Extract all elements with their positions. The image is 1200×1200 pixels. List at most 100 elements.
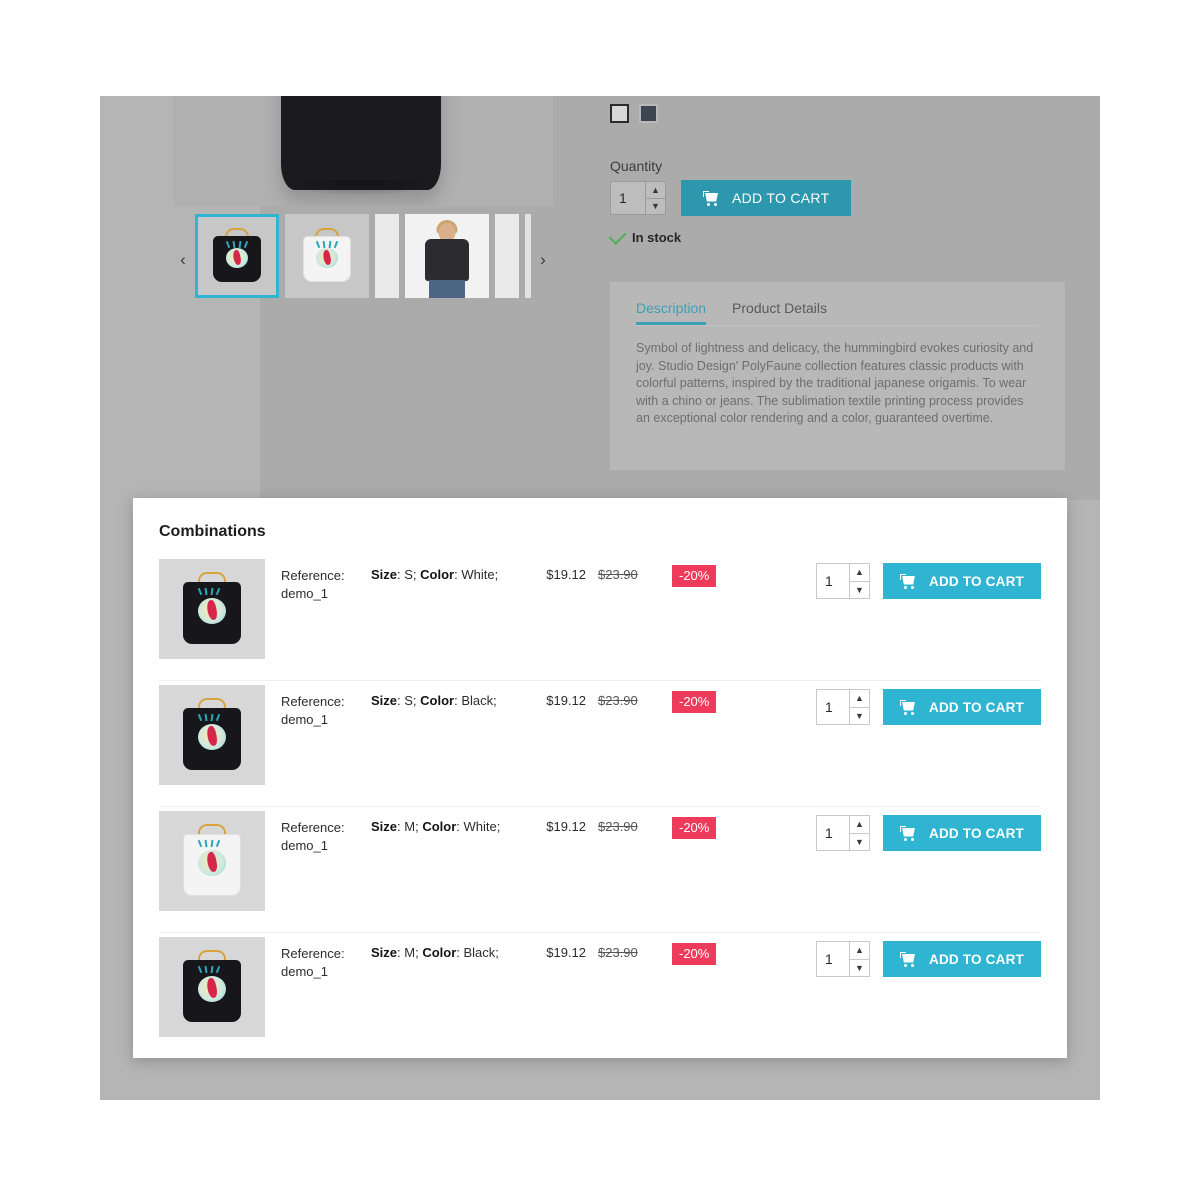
add-to-cart-label: ADD TO CART: [732, 190, 830, 206]
thumbnail-spacer-c[interactable]: [525, 214, 531, 298]
gallery-prev-icon[interactable]: ‹: [176, 250, 190, 270]
row-add-to-cart-button[interactable]: ADD TO CART: [883, 815, 1041, 851]
reference-label: Reference:: [281, 568, 345, 583]
color-label: Color: [422, 819, 457, 834]
main-product-image[interactable]: [173, 96, 553, 206]
product-tabs-panel: Description Product Details Symbol of li…: [610, 282, 1065, 470]
table-row: Reference: demo_1 Size: S; Color: White; $1…: [159, 555, 1041, 681]
purchase-controls: 1 ▲ ▼ ADD TO CART: [610, 180, 852, 216]
quantity-stepper[interactable]: 1 ▲ ▼: [610, 181, 666, 215]
row-quantity-up-icon[interactable]: ▲: [850, 690, 869, 708]
cart-icon: [900, 825, 917, 841]
row-add-to-cart-label: ADD TO CART: [929, 825, 1024, 841]
row-add-to-cart-button[interactable]: ADD TO CART: [883, 941, 1041, 977]
row-product-thumb[interactable]: [159, 937, 265, 1037]
row-quantity-down-icon[interactable]: ▼: [850, 834, 869, 851]
row-old-price: $23.90: [598, 945, 638, 960]
row-reference: Reference: demo_1: [281, 693, 371, 729]
thumbnail-white-tshirt[interactable]: [285, 214, 369, 298]
row-quantity-down-icon[interactable]: ▼: [850, 582, 869, 599]
row-quantity-value[interactable]: 1: [817, 690, 849, 724]
row-add-to-cart-label: ADD TO CART: [929, 699, 1024, 715]
row-add-to-cart-button[interactable]: ADD TO CART: [883, 563, 1041, 599]
quantity-label: Quantity: [610, 158, 663, 174]
black-tshirt-icon: [210, 228, 264, 284]
thumbnail-strip: ‹ ›: [173, 206, 553, 306]
row-old-price: $23.90: [598, 693, 638, 708]
black-tshirt-icon: [179, 572, 245, 646]
reference-value: demo_1: [281, 964, 328, 979]
row-product-thumb[interactable]: [159, 559, 265, 659]
thumbnail-black-tshirt[interactable]: [195, 214, 279, 298]
row-add-to-cart-button[interactable]: ADD TO CART: [883, 689, 1041, 725]
cart-icon: [900, 699, 917, 715]
row-quantity-down-icon[interactable]: ▼: [850, 960, 869, 977]
add-to-cart-button[interactable]: ADD TO CART: [681, 180, 852, 216]
color-label: Color: [420, 693, 455, 708]
stock-label: In stock: [632, 230, 682, 245]
reference-label: Reference:: [281, 694, 345, 709]
row-discount-badge: -20%: [672, 943, 717, 965]
row-quantity-up-icon[interactable]: ▲: [850, 942, 869, 960]
quantity-up-icon[interactable]: ▲: [646, 182, 665, 199]
thumbnail-list: [195, 214, 531, 298]
row-actions: 1 ▲ ▼ ADD TO CART: [816, 941, 1041, 977]
row-quantity-arrows: ▲ ▼: [849, 564, 869, 598]
model-photo-icon: [405, 214, 489, 298]
row-product-thumb[interactable]: [159, 685, 265, 785]
quantity-value[interactable]: 1: [611, 182, 645, 214]
row-quantity-up-icon[interactable]: ▲: [850, 564, 869, 582]
row-actions: 1 ▲ ▼ ADD TO CART: [816, 815, 1041, 851]
cart-icon: [703, 190, 720, 206]
size-value: : S;: [397, 693, 417, 708]
screenshot-root: ‹ › Quantity 1 ▲ ▼ ADD TO CART In stock …: [0, 0, 1200, 1200]
quantity-arrows: ▲ ▼: [645, 182, 665, 214]
tab-list: Description Product Details: [636, 300, 1039, 326]
row-old-price: $23.90: [598, 819, 638, 834]
color-swatch-white[interactable]: [610, 104, 629, 123]
thumbnail-spacer-a[interactable]: [375, 214, 399, 298]
thumbnail-model-coat[interactable]: [405, 214, 489, 298]
row-quantity-stepper[interactable]: 1 ▲ ▼: [816, 563, 870, 599]
color-label: Color: [420, 567, 455, 582]
row-quantity-stepper[interactable]: 1 ▲ ▼: [816, 689, 870, 725]
row-attributes: Size: S; Color: White;: [371, 567, 526, 582]
thumbnail-spacer-b[interactable]: [495, 214, 519, 298]
color-swatch-black[interactable]: [639, 104, 658, 123]
row-quantity-up-icon[interactable]: ▲: [850, 816, 869, 834]
table-row: Reference: demo_1 Size: M; Color: Black; $1…: [159, 933, 1041, 1059]
row-quantity-down-icon[interactable]: ▼: [850, 708, 869, 725]
product-gallery: ‹ ›: [173, 96, 553, 316]
row-quantity-stepper[interactable]: 1 ▲ ▼: [816, 815, 870, 851]
gallery-next-icon[interactable]: ›: [536, 250, 550, 270]
row-discount-badge: -20%: [672, 817, 717, 839]
combinations-list: Reference: demo_1 Size: S; Color: White; $1…: [159, 555, 1041, 1059]
row-quantity-stepper[interactable]: 1 ▲ ▼: [816, 941, 870, 977]
cart-icon: [900, 951, 917, 967]
table-row: Reference: demo_1 Size: M; Color: White; $1…: [159, 807, 1041, 933]
hero-tshirt-graphic: [281, 96, 441, 196]
size-label: Size: [371, 567, 398, 582]
white-tshirt-icon: [300, 228, 354, 284]
reference-label: Reference:: [281, 946, 345, 961]
color-swatch-group: [610, 104, 658, 123]
row-quantity-value[interactable]: 1: [817, 942, 849, 976]
tab-product-details[interactable]: Product Details: [732, 300, 827, 325]
color-value: : Black;: [456, 945, 499, 960]
color-value: : White;: [454, 567, 499, 582]
row-reference: Reference: demo_1: [281, 819, 371, 855]
color-value: : White;: [456, 819, 501, 834]
row-attributes: Size: S; Color: Black;: [371, 693, 526, 708]
reference-value: demo_1: [281, 712, 328, 727]
black-tshirt-icon: [179, 950, 245, 1024]
row-quantity-value[interactable]: 1: [817, 564, 849, 598]
tab-description[interactable]: Description: [636, 300, 706, 325]
row-quantity-value[interactable]: 1: [817, 816, 849, 850]
combinations-title: Combinations: [159, 523, 266, 540]
size-label: Size: [371, 693, 398, 708]
row-add-to-cart-label: ADD TO CART: [929, 573, 1024, 589]
quantity-down-icon[interactable]: ▼: [646, 199, 665, 215]
row-product-thumb[interactable]: [159, 811, 265, 911]
row-actions: 1 ▲ ▼ ADD TO CART: [816, 689, 1041, 725]
size-label: Size: [371, 819, 398, 834]
